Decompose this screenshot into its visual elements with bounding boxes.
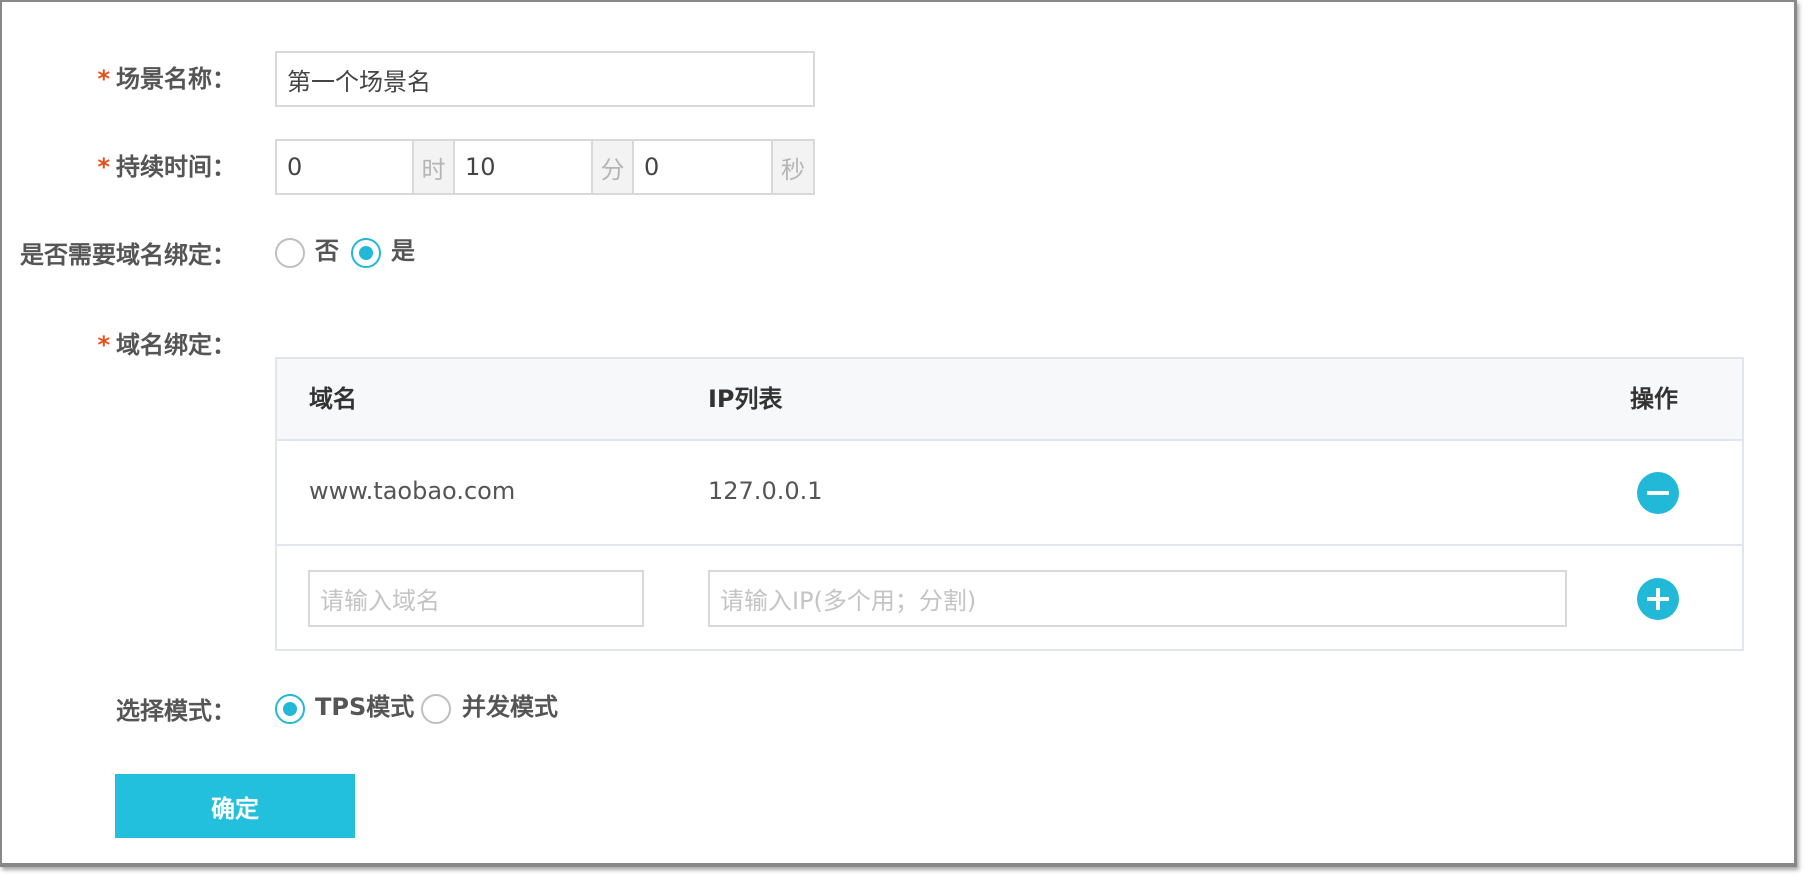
row-domain-cell: www.taobao.com	[309, 477, 516, 505]
seconds-value: 0	[644, 153, 660, 181]
domain-binding-toggle-label-text: 是否需要域名绑定：	[20, 241, 236, 269]
domain-binding-table: 域名 IP列表 操作 www.taobao.com 127.0.0.1 请输入域…	[275, 357, 1744, 651]
plus-circle-icon[interactable]	[1637, 578, 1679, 620]
row-divider	[277, 544, 1742, 546]
duration-label-text: 持续时间：	[116, 153, 236, 181]
scene-name-label-text: 场景名称：	[116, 65, 236, 93]
required-marker: *	[97, 331, 110, 359]
domain-binding-label: * 域名绑定：	[97, 330, 236, 360]
radio-yes-label[interactable]: 是	[391, 236, 415, 266]
radio-concurrent-mode[interactable]	[421, 694, 451, 724]
hours-unit: 时	[421, 155, 446, 184]
mode-label-text: 选择模式：	[116, 697, 236, 725]
hours-unit-addon: 时	[412, 139, 455, 195]
new-domain-placeholder: 请输入域名	[320, 587, 440, 615]
form-window: * 场景名称： 第一个场景名 * 持续时间： 0 时 10 分 0 秒 是否需要域名…	[0, 0, 1797, 867]
radio-no-label[interactable]: 否	[315, 236, 339, 266]
column-header-domain: 域名	[309, 385, 357, 413]
required-marker: *	[97, 65, 110, 93]
required-marker: *	[97, 153, 110, 181]
domain-binding-label-text: 域名绑定：	[116, 331, 236, 359]
duration-seconds-input[interactable]: 0	[632, 139, 773, 195]
column-header-ip-list: IP列表	[708, 385, 783, 413]
seconds-unit: 秒	[781, 155, 805, 184]
new-domain-input[interactable]: 请输入域名	[308, 570, 644, 627]
mode-label: 选择模式：	[116, 696, 236, 726]
hours-value: 0	[287, 153, 303, 181]
scene-name-label: * 场景名称：	[97, 64, 236, 94]
duration-label: * 持续时间：	[97, 152, 236, 182]
new-ip-placeholder: 请输入IP(多个用；分割)	[720, 587, 977, 615]
minus-circle-icon[interactable]	[1637, 472, 1679, 514]
radio-tps-mode[interactable]	[275, 694, 305, 724]
column-header-actions: 操作	[1630, 385, 1678, 413]
seconds-unit-addon: 秒	[771, 139, 815, 195]
scene-name-value: 第一个场景名	[287, 67, 431, 96]
new-ip-input[interactable]: 请输入IP(多个用；分割)	[708, 570, 1567, 627]
scene-name-input[interactable]: 第一个场景名	[275, 51, 815, 107]
radio-concurrent-mode-label[interactable]: 并发模式	[462, 692, 558, 722]
radio-yes[interactable]	[351, 238, 381, 268]
radio-no[interactable]	[275, 238, 305, 268]
duration-hours-input[interactable]: 0	[275, 139, 414, 195]
minutes-unit-addon: 分	[591, 139, 634, 195]
row-ip-cell: 127.0.0.1	[708, 477, 823, 505]
table-header: 域名 IP列表 操作	[277, 359, 1742, 441]
minutes-value: 10	[465, 153, 496, 181]
duration-minutes-input[interactable]: 10	[453, 139, 593, 195]
confirm-button[interactable]: 确定	[115, 774, 355, 838]
minutes-unit: 分	[600, 155, 625, 184]
domain-binding-toggle-label: 是否需要域名绑定：	[20, 240, 236, 270]
radio-tps-mode-label[interactable]: TPS模式	[315, 692, 414, 722]
